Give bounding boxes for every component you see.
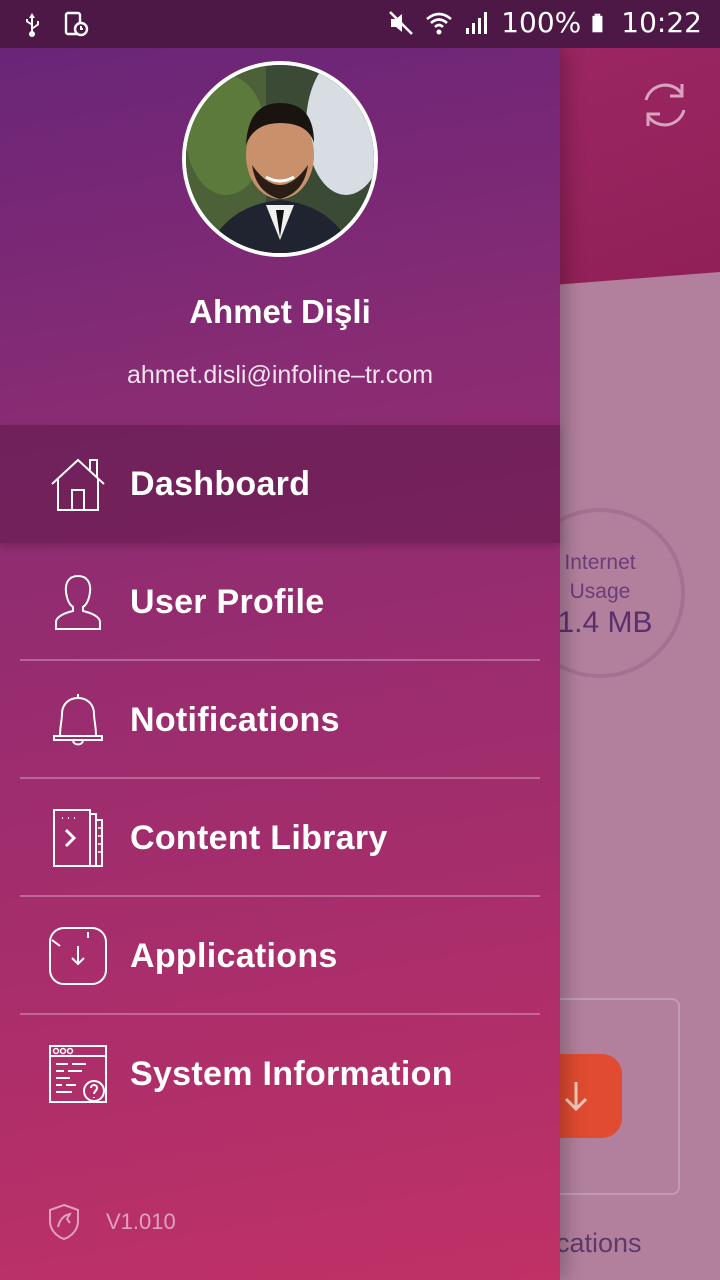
battery-percent: 100%	[501, 6, 582, 39]
menu-label-notifications: Notifications	[130, 700, 340, 739]
usb-icon	[26, 13, 39, 37]
app-download-icon	[49, 927, 107, 985]
menu-item-user-profile[interactable]: User Profile	[0, 543, 560, 661]
menu-item-content-library[interactable]: Content Library	[0, 779, 560, 897]
user-icon	[55, 574, 101, 630]
clock: 10:22	[621, 6, 702, 39]
version-row: V1.010	[48, 1203, 176, 1241]
applications-card-label: ications	[550, 1228, 642, 1258]
navigation-drawer: Ahmet Dişli ahmet.disli@infoline–tr.com …	[0, 48, 560, 1280]
menu-label-applications: Applications	[130, 936, 338, 975]
avatar[interactable]	[182, 61, 378, 257]
menu-label-dashboard: Dashboard	[130, 464, 311, 503]
profile-photo	[186, 65, 374, 253]
home-icon	[51, 458, 105, 511]
user-email: ahmet.disli@infoline–tr.com	[126, 361, 434, 389]
menu-item-system-information[interactable]: System Information	[0, 1015, 560, 1133]
menu-item-notifications[interactable]: Notifications	[0, 661, 560, 779]
drawer-menu: Dashboard User Profile Notifications Con…	[0, 425, 560, 1133]
wifi-icon	[426, 12, 453, 34]
internet-usage-value: 1.4 MB	[557, 606, 653, 639]
refresh-icon[interactable]	[636, 76, 694, 134]
signal-icon	[466, 11, 488, 34]
menu-label-user-profile: User Profile	[130, 582, 325, 621]
menu-item-dashboard[interactable]: Dashboard	[0, 425, 560, 543]
system-info-icon	[49, 1045, 107, 1103]
bell-icon	[53, 694, 103, 746]
user-name: Ahmet Dişli	[189, 293, 371, 330]
menu-label-content-library: Content Library	[130, 818, 388, 857]
app-version: V1.010	[106, 1209, 176, 1234]
menu-label-system-information: System Information	[130, 1054, 453, 1093]
internet-usage-title: Internet Usage	[564, 551, 636, 603]
book-icon	[53, 809, 103, 867]
screen-timer-icon	[64, 11, 89, 37]
shield-logo-icon	[49, 1203, 79, 1241]
mute-icon	[389, 10, 414, 35]
menu-item-applications[interactable]: Applications	[0, 897, 560, 1015]
status-bar: 100% 10:22	[0, 0, 720, 48]
battery-icon	[592, 13, 603, 32]
